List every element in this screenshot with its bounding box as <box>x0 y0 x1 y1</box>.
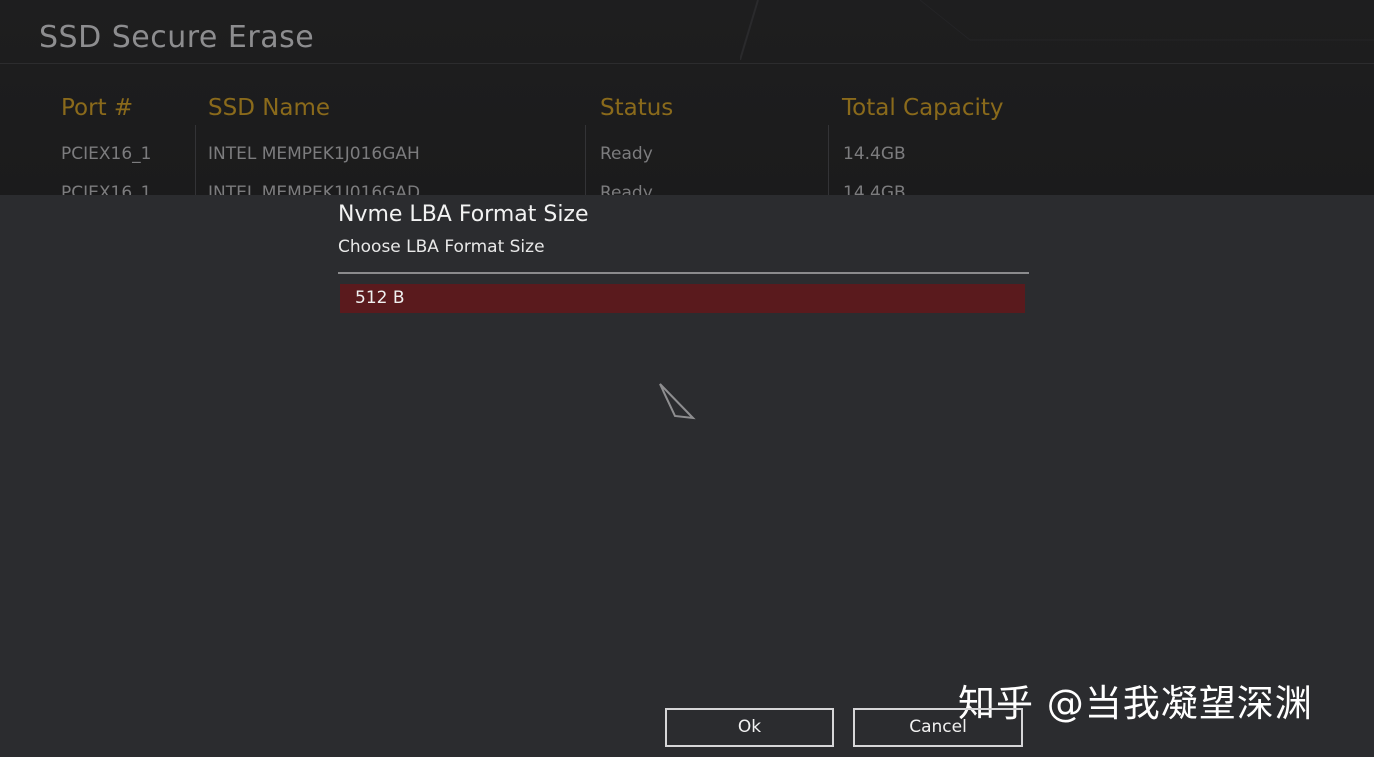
table-cell-ssd-name[interactable]: INTEL MEMPEK1J016GAH <box>208 144 420 164</box>
column-divider <box>828 125 829 195</box>
lba-format-dialog: Nvme LBA Format Size Choose LBA Format S… <box>0 195 1374 757</box>
ok-button[interactable]: Ok <box>665 708 834 747</box>
title-divider <box>0 63 1374 64</box>
column-divider <box>195 125 196 195</box>
column-header-port: Port # <box>61 95 134 121</box>
dialog-subtitle: Choose LBA Format Size <box>338 237 545 257</box>
decorative-lines <box>740 0 1374 60</box>
column-header-status: Status <box>600 95 674 121</box>
cancel-button[interactable]: Cancel <box>853 708 1023 747</box>
table-cell-capacity[interactable]: 14.4GB <box>843 144 906 164</box>
table-cell-port[interactable]: PCIEX16_1 <box>61 144 151 164</box>
screen: SSD Secure Erase Port # SSD Name Status … <box>0 0 1374 757</box>
page-title: SSD Secure Erase <box>39 20 315 55</box>
ssd-secure-erase-window: SSD Secure Erase Port # SSD Name Status … <box>0 0 1374 195</box>
table-cell-ssd-name[interactable]: INTEL MEMPEK1J016GAD <box>208 183 420 195</box>
table-cell-status[interactable]: Ready <box>600 144 653 164</box>
option-512b[interactable]: 512 B <box>340 284 1025 313</box>
table-cell-capacity[interactable]: 14.4GB <box>843 183 906 195</box>
dialog-title: Nvme LBA Format Size <box>338 202 589 227</box>
arrow-cursor-icon <box>659 383 696 420</box>
dialog-divider <box>338 272 1029 274</box>
table-cell-port[interactable]: PCIEX16_1 <box>61 183 151 195</box>
column-divider <box>585 125 586 195</box>
column-header-total-capacity: Total Capacity <box>842 95 1004 121</box>
column-header-ssd-name: SSD Name <box>208 95 331 121</box>
option-label: 512 B <box>355 288 405 308</box>
table-cell-status[interactable]: Ready <box>600 183 653 195</box>
